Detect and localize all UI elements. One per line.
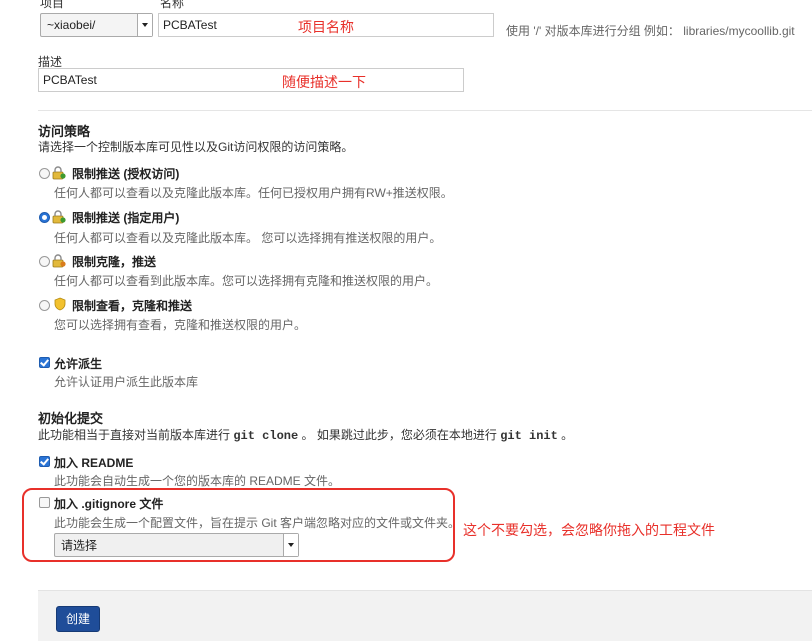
git-clone-command: git clone bbox=[233, 429, 299, 443]
init-intro: 此功能相当于直接对当前版本库进行 git clone 。 如果跳过此步，您必须在… bbox=[38, 426, 573, 443]
name-hint: 使用 '/' 对版本库进行分组 例如： libraries/mycoollib.… bbox=[506, 24, 795, 38]
access-option-desc: 任何人都可以查看以及克隆此版本库。任何已授权用户拥有RW+推送权限。 bbox=[54, 186, 453, 200]
init-intro-part-c: 。 bbox=[561, 428, 574, 442]
allow-fork-desc: 允许认证用户派生此版本库 bbox=[54, 375, 199, 389]
init-intro-part-a: 此功能相当于直接对当前版本库进行 bbox=[38, 428, 231, 442]
access-option-desc: 您可以选择拥有查看，克隆和推送权限的用户。 bbox=[54, 318, 307, 332]
lock-clone-icon bbox=[52, 254, 66, 268]
name-label: 名称 bbox=[160, 0, 185, 10]
desc-annotation: 随便描述一下 bbox=[282, 74, 366, 90]
create-button[interactable]: 创建 bbox=[56, 606, 100, 632]
access-radio-named-users[interactable] bbox=[39, 212, 50, 223]
access-option-title: 限制克隆，推送 bbox=[72, 255, 157, 269]
gitignore-annotation: 这个不要勾选，会忽略你拖入的工程文件 bbox=[463, 522, 715, 538]
name-annotation: 项目名称 bbox=[298, 19, 354, 35]
access-option-desc: 任何人都可以查看到此版本库。您可以选择拥有克隆和推送权限的用户。 bbox=[54, 274, 439, 288]
access-intro: 请选择一个控制版本库可见性以及Git访问权限的访问策略。 bbox=[38, 140, 354, 154]
owner-select-value: ~xiaobei/ bbox=[47, 18, 96, 32]
add-readme-checkbox[interactable] bbox=[39, 456, 50, 467]
annotation-highlight-box bbox=[22, 488, 455, 562]
allow-fork-title: 允许派生 bbox=[54, 357, 103, 371]
init-heading: 初始化提交 bbox=[38, 411, 104, 426]
git-init-command: git init bbox=[500, 429, 558, 443]
allow-fork-checkbox[interactable] bbox=[39, 357, 50, 368]
access-radio-view-clone-push[interactable] bbox=[39, 300, 50, 311]
owner-select[interactable]: ~xiaobei/ bbox=[40, 13, 153, 37]
access-option-title: 限制推送 (授权访问) bbox=[72, 167, 180, 181]
lock-push-users-icon bbox=[52, 210, 66, 224]
chevron-down-icon bbox=[137, 14, 152, 36]
shield-icon bbox=[54, 297, 66, 311]
access-option-desc: 任何人都可以查看以及克隆此版本库。 您可以选择拥有推送权限的用户。 bbox=[54, 231, 442, 245]
access-radio-authenticated[interactable] bbox=[39, 168, 50, 179]
divider bbox=[38, 110, 812, 111]
access-option-title: 限制推送 (指定用户) bbox=[72, 211, 180, 225]
lock-push-icon bbox=[52, 166, 66, 180]
add-readme-desc: 此功能会自动生成一个您的版本库的 README 文件。 bbox=[54, 474, 341, 488]
form-actions-bar bbox=[38, 590, 812, 641]
init-intro-part-b: 。 如果跳过此步，您必须在本地进行 bbox=[301, 428, 497, 442]
description-field[interactable]: PCBATest bbox=[38, 68, 464, 92]
owner-label: 项目 bbox=[40, 0, 65, 10]
add-readme-title: 加入 README bbox=[54, 456, 134, 470]
access-option-title: 限制查看，克隆和推送 bbox=[72, 299, 193, 313]
access-radio-clone-push[interactable] bbox=[39, 256, 50, 267]
